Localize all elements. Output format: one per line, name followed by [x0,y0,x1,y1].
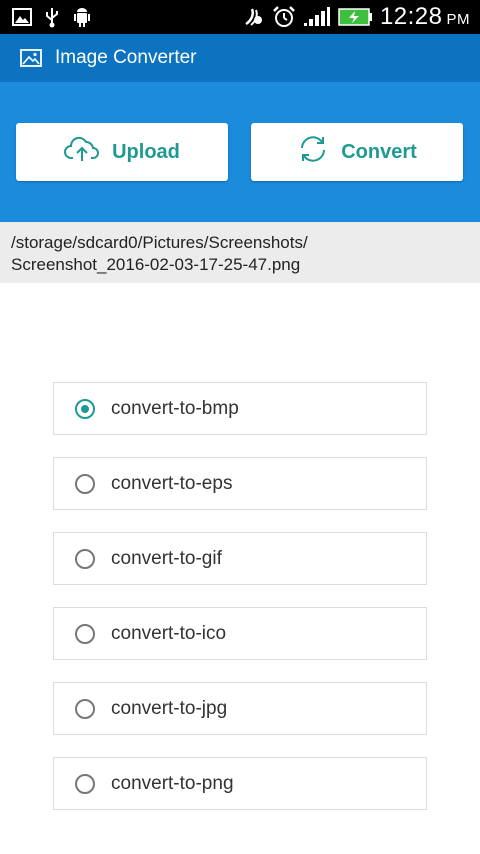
app-title: Image Converter [55,47,197,68]
nfc-icon [242,6,264,28]
convert-label: Convert [341,140,417,163]
upload-button[interactable]: Upload [16,123,228,181]
action-toolbar: Upload Convert [0,82,480,222]
radio-unchecked-icon[interactable] [75,698,95,719]
radio-unchecked-icon[interactable] [75,623,95,644]
format-option-label: convert-to-png [111,772,234,794]
image-icon [20,49,42,67]
clock: 12:28 PM [379,3,470,30]
alarm-icon [272,5,296,29]
format-option[interactable]: convert-to-eps [53,457,427,510]
signal-icon [303,7,330,27]
battery-charging-icon [338,8,372,26]
format-option-label: convert-to-eps [111,472,233,494]
image-icon [12,8,32,26]
format-option[interactable]: convert-to-png [53,757,427,810]
convert-button[interactable]: Convert [251,123,463,181]
radio-unchecked-icon[interactable] [75,473,95,494]
format-option-label: convert-to-gif [111,547,222,569]
android-debug-icon [72,6,92,28]
format-option[interactable]: convert-to-ico [53,607,427,660]
file-path-text: /storage/sdcard0/Pictures/Screenshots/ S… [11,233,308,274]
app-bar: Image Converter [0,34,480,82]
radio-checked-icon[interactable] [75,398,95,419]
format-option[interactable]: convert-to-jpg [53,682,427,735]
format-option[interactable]: convert-to-gif [53,532,427,585]
refresh-icon [297,135,329,169]
format-option[interactable]: convert-to-bmp [53,382,427,435]
format-option-label: convert-to-ico [111,622,227,644]
file-path: /storage/sdcard0/Pictures/Screenshots/ S… [0,222,480,283]
radio-unchecked-icon[interactable] [75,773,95,794]
upload-label: Upload [112,140,180,163]
usb-icon [44,6,60,28]
cloud-upload-icon [64,136,100,168]
format-option-label: convert-to-jpg [111,697,228,719]
format-option-label: convert-to-bmp [111,397,239,419]
radio-unchecked-icon[interactable] [75,548,95,569]
status-bar: 12:28 PM [0,0,480,34]
